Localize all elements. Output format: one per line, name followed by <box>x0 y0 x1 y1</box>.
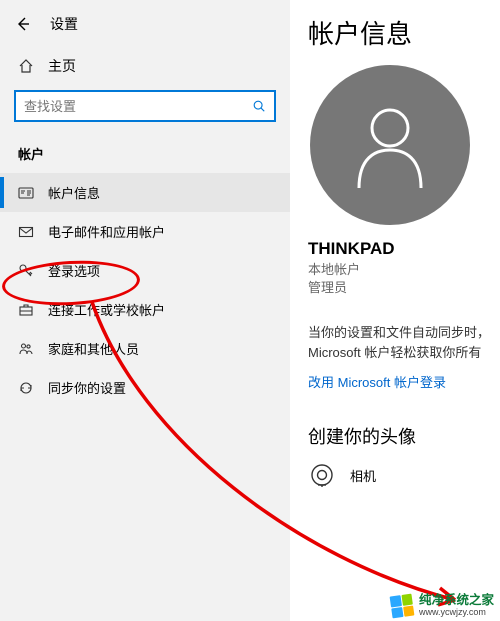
home-label: 主页 <box>48 56 76 76</box>
people-icon <box>18 341 34 357</box>
camera-option[interactable]: 相机 <box>308 461 500 489</box>
section-header-accounts: 帐户 <box>0 138 290 173</box>
search-input[interactable] <box>16 99 244 114</box>
avatar <box>310 65 470 225</box>
sync-description: 当你的设置和文件自动同步时， Microsoft 帐户轻松获取你所有 <box>308 323 500 362</box>
sidebar-item-sync[interactable]: 同步你的设置 <box>0 368 290 407</box>
sidebar-item-label: 电子邮件和应用帐户 <box>48 222 165 241</box>
camera-icon <box>308 461 336 489</box>
create-avatar-title: 创建你的头像 <box>308 423 500 449</box>
sidebar-item-label: 同步你的设置 <box>48 378 126 397</box>
sidebar-item-signin-options[interactable]: 登录选项 <box>0 251 290 290</box>
sidebar-item-label: 家庭和其他人员 <box>48 339 139 358</box>
back-button[interactable] <box>14 15 32 33</box>
sidebar: 设置 主页 帐户 帐户信息 <box>0 0 290 621</box>
sidebar-item-label: 登录选项 <box>48 261 100 280</box>
main-panel: 帐户信息 THINKPAD 本地帐户 管理员 当你的设置和文件自动同步时， Mi… <box>290 0 500 621</box>
person-icon <box>351 100 429 190</box>
page-title: 帐户信息 <box>308 14 500 51</box>
search-box[interactable] <box>14 90 276 122</box>
sign-in-microsoft-link[interactable]: 改用 Microsoft 帐户登录 <box>308 372 446 391</box>
sidebar-item-label: 帐户信息 <box>48 183 100 202</box>
user-type: 本地帐户 <box>308 261 500 279</box>
user-role: 管理员 <box>308 279 500 297</box>
sidebar-item-email[interactable]: 电子邮件和应用帐户 <box>0 212 290 251</box>
key-icon <box>18 263 34 279</box>
search-icon <box>244 99 274 113</box>
home-icon <box>18 58 34 74</box>
sidebar-item-label: 连接工作或学校帐户 <box>48 300 165 319</box>
briefcase-icon <box>18 302 34 318</box>
id-card-icon <box>18 185 34 201</box>
settings-header-label: 设置 <box>50 14 78 34</box>
user-name: THINKPAD <box>308 239 500 259</box>
mail-icon <box>18 224 34 240</box>
camera-label: 相机 <box>350 466 376 485</box>
home-button[interactable]: 主页 <box>0 48 290 84</box>
arrow-left-icon <box>15 16 31 32</box>
sidebar-item-family[interactable]: 家庭和其他人员 <box>0 329 290 368</box>
sidebar-item-account-info[interactable]: 帐户信息 <box>0 173 290 212</box>
sync-icon <box>18 380 34 396</box>
sidebar-item-work-school[interactable]: 连接工作或学校帐户 <box>0 290 290 329</box>
